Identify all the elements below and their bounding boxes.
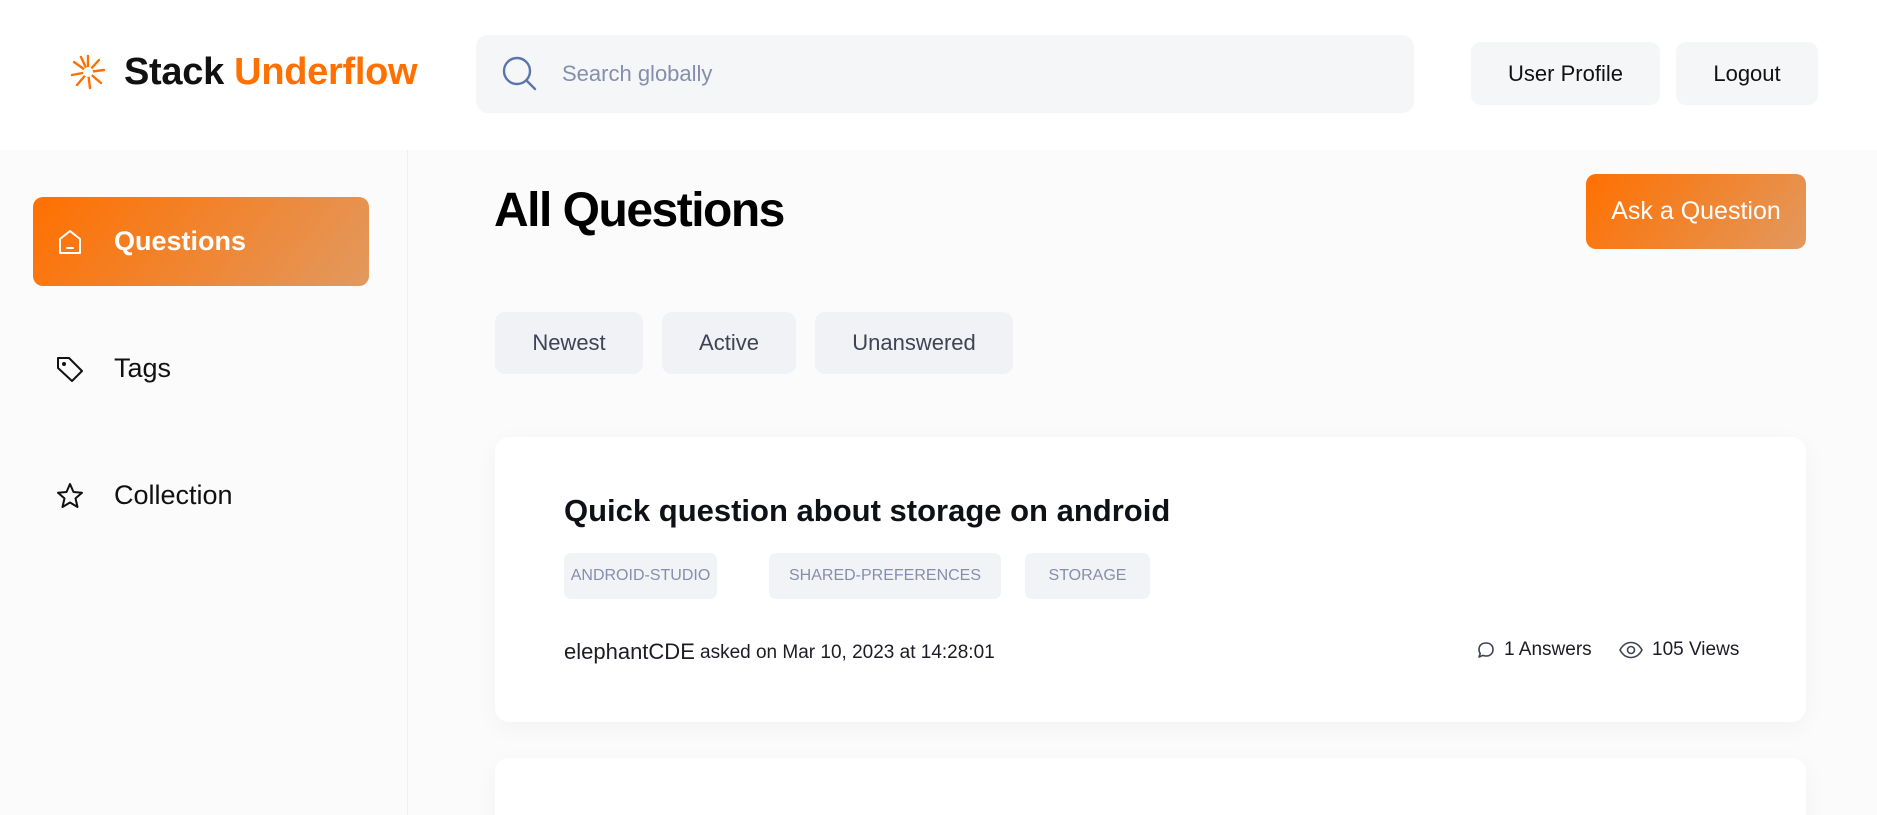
tag-chip[interactable]: STORAGE bbox=[1025, 553, 1150, 599]
star-icon bbox=[57, 483, 83, 508]
global-search bbox=[476, 35, 1414, 113]
sidebar-item-label: Tags bbox=[114, 353, 172, 383]
tag-chip[interactable]: SHARED-PREFERENCES bbox=[769, 553, 1001, 599]
sidebar-item-tags[interactable]: Tags bbox=[33, 324, 369, 413]
tag-icon bbox=[57, 357, 83, 382]
question-card bbox=[495, 758, 1806, 815]
search-icon bbox=[502, 56, 537, 91]
views-count-label: 105 Views bbox=[1652, 639, 1740, 660]
answers-count: 1 Answers bbox=[1476, 639, 1592, 661]
question-asked-date: asked on Mar 10, 2023 at 14:28:01 bbox=[700, 642, 995, 663]
logo[interactable]: Stack Underflow bbox=[68, 50, 418, 94]
answers-count-label: 1 Answers bbox=[1504, 639, 1592, 660]
sidebar-item-label: Questions bbox=[114, 226, 247, 256]
filter-unanswered[interactable]: Unanswered bbox=[815, 312, 1013, 374]
search-input[interactable] bbox=[562, 53, 1382, 95]
sidebar-item-questions[interactable]: Questions bbox=[33, 197, 369, 286]
views-count: 105 Views bbox=[1618, 639, 1739, 661]
logout-button[interactable]: Logout bbox=[1676, 42, 1818, 105]
question-author[interactable]: elephantCDE bbox=[564, 639, 695, 665]
question-title[interactable]: Quick question about storage on android bbox=[564, 493, 1170, 529]
logo-text: Stack Underflow bbox=[124, 50, 418, 94]
tag-chip[interactable]: ANDROID-STUDIO bbox=[564, 553, 717, 599]
filter-newest[interactable]: Newest bbox=[495, 312, 643, 374]
sidebar-item-collection[interactable]: Collection bbox=[33, 451, 369, 540]
home-icon bbox=[59, 230, 81, 254]
user-profile-button[interactable]: User Profile bbox=[1471, 42, 1660, 105]
logo-icon bbox=[70, 54, 106, 90]
logo-text-primary: Stack bbox=[124, 50, 224, 93]
top-navbar: Stack Underflow User Profile Logout bbox=[0, 0, 1877, 150]
page-title: All Questions bbox=[494, 184, 785, 237]
message-icon bbox=[1478, 642, 1494, 658]
question-card: Quick question about storage on android … bbox=[495, 437, 1806, 722]
logo-text-accent: Underflow bbox=[234, 50, 418, 93]
filter-active[interactable]: Active bbox=[662, 312, 796, 374]
sidebar-item-label: Collection bbox=[114, 480, 233, 510]
left-sidebar: Questions Tags Collection bbox=[0, 150, 408, 815]
eye-icon bbox=[1619, 641, 1643, 659]
ask-question-button[interactable]: Ask a Question bbox=[1586, 174, 1806, 249]
